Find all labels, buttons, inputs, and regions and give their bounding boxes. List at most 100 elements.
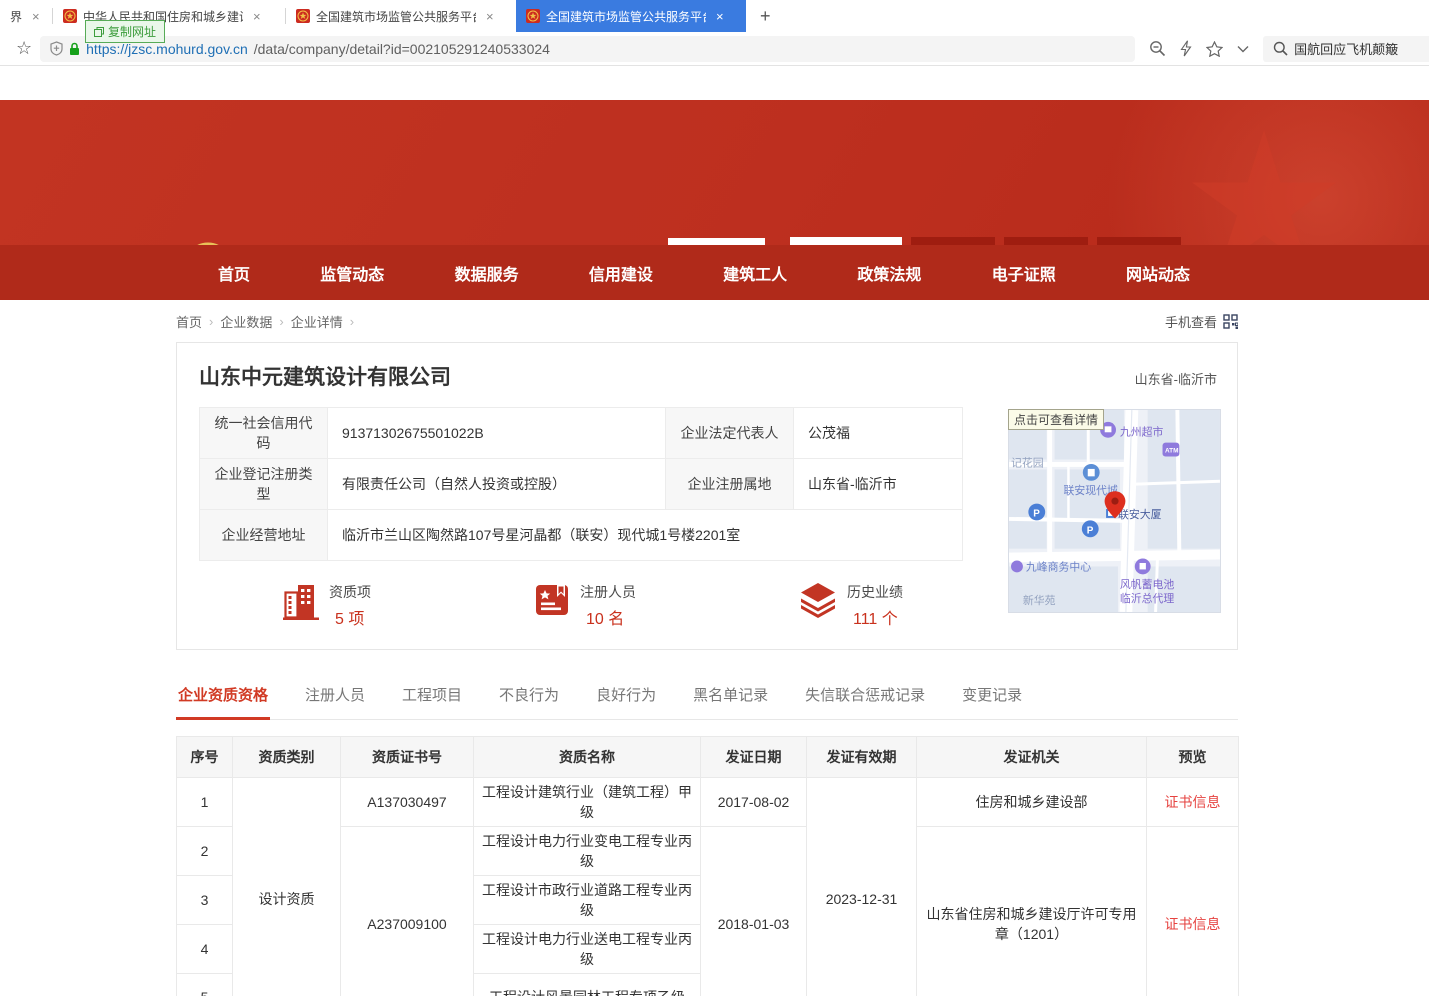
quick-search-text: 国航回应飞机颠簸 [1294,39,1398,58]
table-header-row: 序号 资质类别 资质证书号 资质名称 发证日期 发证有效期 发证机关 预览 [177,737,1239,778]
shield-icon[interactable] [50,41,63,56]
tab-close-icon[interactable]: × [253,9,261,24]
credit-code-value: 91371302675501022B [328,408,666,459]
layers-icon [799,582,837,618]
map-label-supermarket: 九州超市 [1120,425,1164,439]
tab-registered-personnel[interactable]: 注册人员 [303,674,367,719]
tab-close-icon[interactable]: × [716,9,724,24]
nav-item-home[interactable]: 首页 [218,261,250,285]
address-bar[interactable]: https://jzsc.mohurd.gov.cn/data/company/… [40,36,1135,62]
certificate-info-link[interactable]: 证书信息 [1165,916,1221,932]
reg-region-value: 山东省-临沂市 [794,459,963,510]
credit-code-label: 统一社会信用代码 [200,408,328,459]
search-tab-personnel[interactable]: 从业人员 [911,237,995,245]
mobile-view-button[interactable]: 手机查看 [1165,312,1238,331]
page-top-gap [0,66,1429,100]
stat-value: 10 名 [586,605,636,629]
emblem-favicon-icon [63,9,77,23]
tab-bad-behavior[interactable]: 不良行为 [497,674,561,719]
browser-tab-2[interactable]: 全国建筑市场监管公共服务平台 × [286,0,516,32]
search-icon [1273,41,1288,56]
header-qr-code [668,238,765,245]
browser-tab-0[interactable]: 界 × [0,0,52,32]
map-label-battery-2: 临沂总代理 [1120,591,1175,605]
qual-name-cell: 工程设计电力行业送电工程专业丙级 [474,925,701,974]
tab-projects[interactable]: 工程项目 [400,674,464,719]
nav-item-license[interactable]: 电子证照 [992,261,1056,285]
nav-item-credit[interactable]: 信用建设 [589,261,653,285]
stat-value: 5 项 [335,605,371,629]
reg-region-label: 企业注册属地 [666,459,794,510]
tab-qualifications[interactable]: 企业资质资格 [176,674,270,720]
search-tab-project[interactable]: 建设项目 [1004,237,1088,245]
nav-item-policy[interactable]: 政策法规 [857,261,921,285]
seq-cell: 4 [177,925,233,974]
url-path: /data/company/detail?id=0021052912405330… [254,41,550,57]
qualification-table: 序号 资质类别 资质证书号 资质名称 发证日期 发证有效期 发证机关 预览 1 … [176,736,1239,996]
map-label-battery-1: 风帆蓄电池 [1120,577,1175,591]
stat-registered-personnel: 注册人员 10 名 [534,582,636,629]
stat-label: 历史业绩 [847,582,903,602]
authority-cell: 住房和城乡建设部 [917,778,1147,827]
qual-name-cell: 工程设计市政行业道路工程专业丙级 [474,876,701,925]
national-emblem-icon [180,240,236,245]
quick-search-box[interactable]: 国航回应飞机颠簸 [1263,36,1429,62]
nav-item-news[interactable]: 网站动态 [1126,261,1190,285]
seq-cell: 5 [177,974,233,996]
map-label-garden: 记花园 [1011,456,1044,469]
nav-item-workers[interactable]: 建筑工人 [723,261,787,285]
breadcrumb-home[interactable]: 首页 [176,312,202,331]
parking-icon: P [1087,525,1094,536]
nav-item-data-service[interactable]: 数据服务 [455,261,519,285]
reg-type-value: 有限责任公司（自然人投资或控股） [328,459,666,510]
company-map[interactable]: 点击可查看详情 [1008,409,1221,613]
stat-history-performance: 历史业绩 111 个 [799,582,903,629]
favorite-star-icon[interactable] [1206,41,1223,57]
seq-cell: 3 [177,876,233,925]
reg-type-label: 企业登记注册类型 [200,459,328,510]
map-label-lianan-tower: 联安大厦 [1118,507,1162,521]
authority-cell: 山东省住房和城乡建设厅许可专用章（1201） [917,827,1147,996]
browser-tab-active[interactable]: 全国建筑市场监管公共服务平台 × [516,0,746,32]
map-tooltip: 点击可查看详情 [1008,409,1104,430]
tab-close-icon[interactable]: × [32,9,40,24]
company-stats: 资质项 5 项 注册人员 10 名 [199,582,963,629]
tab-blacklist[interactable]: 黑名单记录 [691,674,770,719]
tab-changes[interactable]: 变更记录 [960,674,1024,719]
zoom-out-icon[interactable] [1149,40,1166,57]
nav-item-supervision[interactable]: 监管动态 [320,261,384,285]
new-tab-button[interactable]: + [746,0,785,32]
copy-url-tooltip: 复制网址 [85,20,165,43]
map-canvas: 九州超市 ATM 记花园 联安现代城 联安大厦 P P 九峰商务中心 风帆蓄电池… [1008,409,1221,613]
seq-cell: 2 [177,827,233,876]
certificate-info-link[interactable]: 证书信息 [1165,794,1221,810]
search-tab-credit[interactable]: 诚信记录 [1097,237,1181,245]
seq-cell: 1 [177,778,233,827]
search-tab-enterprise[interactable]: 建设工程企业 [790,237,902,245]
legal-rep-label: 企业法定代表人 [666,408,794,459]
tab-dishonesty[interactable]: 失信联合惩戒记录 [803,674,927,719]
qual-name-cell: 工程设计电力行业变电工程专业丙级 [474,827,701,876]
lightning-icon[interactable] [1180,40,1192,57]
stat-qualifications: 资质项 5 项 [283,582,371,629]
cert-no-cell: A137030497 [341,778,474,827]
breadcrumb-company-detail[interactable]: 企业详情 [291,312,343,331]
tab-title: 界 [10,8,22,25]
page-content: 首页 › 企业数据 › 企业详情 › 手机查看 山东中元建筑设计有限公司 山东省… [176,300,1238,996]
company-card: 山东中元建筑设计有限公司 山东省-临沂市 统一社会信用代码 9137130267… [176,342,1238,650]
qr-mini-icon [1223,314,1238,329]
detail-tabs: 企业资质资格 注册人员 工程项目 不良行为 良好行为 黑名单记录 失信联合惩戒记… [176,674,1238,720]
tab-title: 全国建筑市场监管公共服务平台 [316,8,476,25]
address-value: 临沂市兰山区陶然路107号星河晶都（联安）现代城1号楼2201室 [328,510,963,561]
chevron-down-icon[interactable] [1237,45,1249,53]
header-search: 建设工程企业 从业人员 建设项目 诚信记录 搜索 [790,237,1238,245]
table-row: 1 设计资质 A137030497 工程设计建筑行业（建筑工程）甲级 2017-… [177,778,1239,827]
tab-close-icon[interactable]: × [486,9,494,24]
browser-tab-bar: 界 × 中华人民共和国住房和城乡建设 × 全国建筑市场监管公共服务平台 × 全国… [0,0,1429,32]
breadcrumb-company-data[interactable]: 企业数据 [220,312,272,331]
browser-toolbar-icons [1135,40,1263,57]
copy-icon [94,27,104,37]
map-label-xinhuayuan: 新华苑 [1023,593,1056,607]
tab-good-behavior[interactable]: 良好行为 [594,674,658,719]
bookmark-star-icon[interactable]: ☆ [8,38,40,59]
